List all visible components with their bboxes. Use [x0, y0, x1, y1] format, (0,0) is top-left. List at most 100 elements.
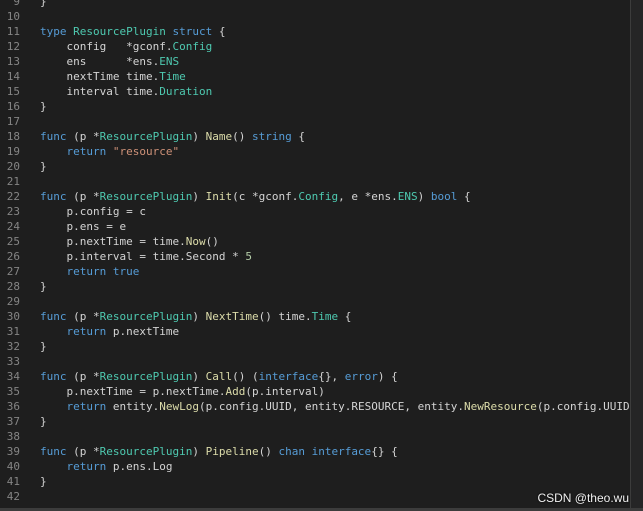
line-number: 24 [6, 220, 20, 233]
line-number: 25 [6, 235, 20, 248]
code-text[interactable]: func (p *ResourcePlugin) Pipeline() chan… [20, 444, 643, 459]
line-number: 40 [6, 460, 20, 473]
line-number: 42 [6, 490, 20, 503]
code-line[interactable]: 16} [0, 99, 643, 114]
line-number: 15 [6, 85, 20, 98]
code-text[interactable]: } [20, 99, 643, 114]
code-text[interactable]: interval time.Duration [20, 84, 643, 99]
code-text[interactable]: func (p *ResourcePlugin) Name() string { [20, 129, 643, 144]
line-number: 20 [6, 160, 20, 173]
code-text[interactable]: } [20, 339, 643, 354]
code-line[interactable]: 37} [0, 414, 643, 429]
line-number: 32 [6, 340, 20, 353]
vertical-scrollbar[interactable] [630, 0, 643, 511]
code-text[interactable]: p.nextTime = p.nextTime.Add(p.interval) [20, 384, 643, 399]
code-text[interactable]: } [20, 279, 643, 294]
line-number: 29 [6, 295, 20, 308]
line-number: 13 [6, 55, 20, 68]
line-number: 39 [6, 445, 20, 458]
code-line[interactable]: 23 p.config = c [0, 204, 643, 219]
code-line[interactable]: 13 ens *ens.ENS [0, 54, 643, 69]
code-line[interactable]: 38 [0, 429, 643, 444]
code-text[interactable]: ens *ens.ENS [20, 54, 643, 69]
line-number: 31 [6, 325, 20, 338]
code-text[interactable] [20, 174, 643, 189]
code-text[interactable] [20, 429, 643, 444]
code-text[interactable]: config *gconf.Config [20, 39, 643, 54]
code-text[interactable]: func (p *ResourcePlugin) Init(c *gconf.C… [20, 189, 643, 204]
line-number: 22 [6, 190, 20, 203]
code-line[interactable]: 26 p.interval = time.Second * 5 [0, 249, 643, 264]
line-number: 18 [6, 130, 20, 143]
code-text[interactable]: p.nextTime = time.Now() [20, 234, 643, 249]
code-line[interactable]: 22 func (p *ResourcePlugin) Init(c *gconf… [0, 189, 643, 204]
code-text[interactable]: p.ens = e [20, 219, 643, 234]
code-text[interactable]: } [20, 474, 643, 489]
line-number: 35 [6, 385, 20, 398]
line-number: 23 [6, 205, 20, 218]
code-text[interactable]: return p.nextTime [20, 324, 643, 339]
code-line[interactable]: 25 p.nextTime = time.Now() [0, 234, 643, 249]
code-line[interactable]: 9} [0, 0, 643, 9]
code-text[interactable] [20, 114, 643, 129]
line-number: 16 [6, 100, 20, 113]
code-line[interactable]: 14 nextTime time.Time [0, 69, 643, 84]
code-line[interactable]: 10 [0, 9, 643, 24]
code-line[interactable]: 35 p.nextTime = p.nextTime.Add(p.interva… [0, 384, 643, 399]
code-line[interactable]: 40 return p.ens.Log [0, 459, 643, 474]
code-line[interactable]: 11 type ResourcePlugin struct { [0, 24, 643, 39]
code-text[interactable]: func (p *ResourcePlugin) Call() (interfa… [20, 369, 643, 384]
code-text[interactable]: return "resource" [20, 144, 643, 159]
line-number: 17 [6, 115, 20, 128]
code-line[interactable]: 20} [0, 159, 643, 174]
line-number: 30 [6, 310, 20, 323]
code-text[interactable] [20, 9, 643, 24]
line-number: 41 [6, 475, 20, 488]
code-line[interactable]: 27 return true [0, 264, 643, 279]
code-line[interactable]: 21 [0, 174, 643, 189]
code-text[interactable]: p.config = c [20, 204, 643, 219]
code-line[interactable]: 17 [0, 114, 643, 129]
code-text[interactable]: return p.ens.Log [20, 459, 643, 474]
code-line[interactable]: 29 [0, 294, 643, 309]
line-number: 10 [6, 10, 20, 23]
line-number: 26 [6, 250, 20, 263]
code-line[interactable]: 24 p.ens = e [0, 219, 643, 234]
line-number: 38 [6, 430, 20, 443]
code-text[interactable] [20, 354, 643, 369]
line-number: 27 [6, 265, 20, 278]
line-number: 37 [6, 415, 20, 428]
line-number: 21 [6, 175, 20, 188]
code-text[interactable]: } [20, 159, 643, 174]
line-number: 9 [13, 0, 20, 8]
line-number: 19 [6, 145, 20, 158]
code-line[interactable]: 19 return "resource" [0, 144, 643, 159]
code-text[interactable]: return true [20, 264, 643, 279]
code-line[interactable]: 31 return p.nextTime [0, 324, 643, 339]
code-line[interactable]: 41} [0, 474, 643, 489]
code-line[interactable]: 39 func (p *ResourcePlugin) Pipeline() ch… [0, 444, 643, 459]
code-line[interactable]: 32} [0, 339, 643, 354]
code-text[interactable]: } [20, 414, 643, 429]
code-line[interactable]: 33 [0, 354, 643, 369]
code-text[interactable]: } [20, 0, 643, 9]
line-number: 11 [6, 25, 20, 38]
code-line[interactable]: 28} [0, 279, 643, 294]
code-text[interactable]: type ResourcePlugin struct { [20, 24, 643, 39]
code-text[interactable]: func (p *ResourcePlugin) NextTime() time… [20, 309, 643, 324]
code-line[interactable]: 15 interval time.Duration [0, 84, 643, 99]
code-text[interactable]: return entity.NewLog(p.config.UUID, enti… [20, 399, 643, 414]
code-line[interactable]: 34 func (p *ResourcePlugin) Call() (inter… [0, 369, 643, 384]
code-text[interactable] [20, 294, 643, 309]
code-line[interactable]: 18 func (p *ResourcePlugin) Name() string… [0, 129, 643, 144]
code-text[interactable]: nextTime time.Time [20, 69, 643, 84]
code-line[interactable]: 36 return entity.NewLog(p.config.UUID, e… [0, 399, 643, 414]
code-editor[interactable]: 9} 10 11 type ResourcePlugin struct {12 con… [0, 0, 643, 504]
line-number: 36 [6, 400, 20, 413]
code-line[interactable]: 30 func (p *ResourcePlugin) NextTime() ti… [0, 309, 643, 324]
code-text[interactable]: p.interval = time.Second * 5 [20, 249, 643, 264]
code-line[interactable]: 12 config *gconf.Config [0, 39, 643, 54]
line-number: 14 [6, 70, 20, 83]
line-number: 28 [6, 280, 20, 293]
line-number: 33 [6, 355, 20, 368]
